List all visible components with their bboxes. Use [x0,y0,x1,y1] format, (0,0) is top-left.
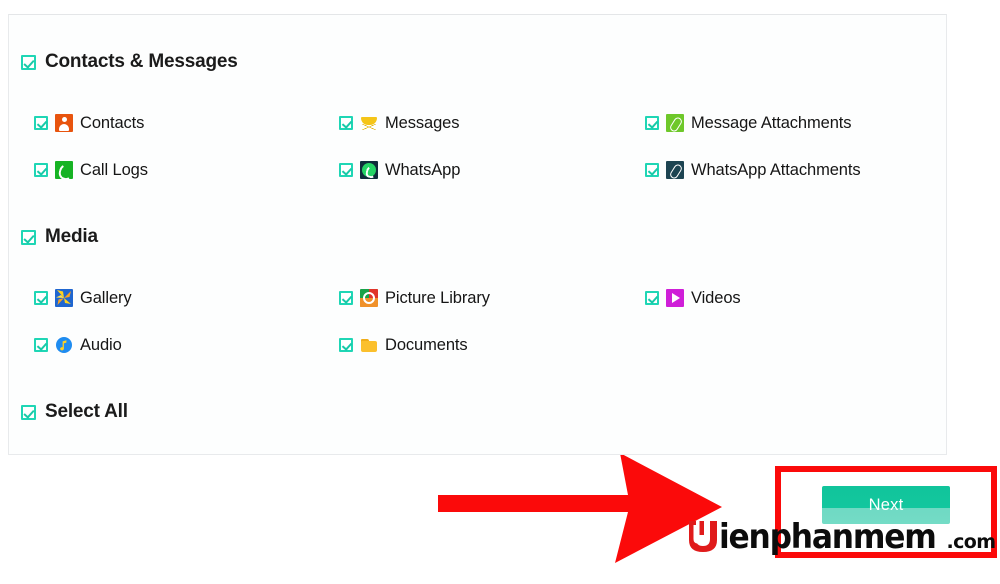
item-label-picture-library: Picture Library [385,288,490,307]
group-label-media: Media [45,226,98,247]
site-watermark: ienphanmem .com [688,516,997,557]
audio-note-icon [55,336,73,354]
call-logs-phone-icon [55,161,73,179]
item-label-audio: Audio [80,335,122,354]
checkbox-call-logs[interactable] [34,163,48,177]
checkbox-whatsapp-attachments[interactable] [645,163,659,177]
group-label-contacts-messages: Contacts & Messages [45,51,238,72]
picture-library-icon [360,289,378,307]
item-audio[interactable]: Audio [34,333,122,357]
checkbox-gallery[interactable] [34,291,48,305]
item-label-call-logs: Call Logs [80,160,148,179]
item-picture-library[interactable]: Picture Library [339,286,490,310]
checkbox-whatsapp[interactable] [339,163,353,177]
watermark-name: ienphanmem [719,516,937,557]
videos-play-icon [666,289,684,307]
gallery-pinwheel-icon [55,289,73,307]
item-whatsapp-attachments[interactable]: WhatsApp Attachments [645,158,861,182]
red-arrow-annotation [438,455,722,563]
checkbox-contacts-messages[interactable] [21,54,36,70]
group-header-contacts-messages[interactable]: Contacts & Messages [21,51,238,73]
watermark-v-logo-icon [688,519,718,553]
item-label-contacts: Contacts [80,113,145,132]
item-whatsapp[interactable]: WhatsApp [339,158,460,182]
item-videos[interactable]: Videos [645,286,741,310]
item-label-gallery: Gallery [80,288,132,307]
label-select-all: Select All [45,401,128,422]
checkbox-message-attachments[interactable] [645,116,659,130]
message-attachment-clip-icon [666,114,684,132]
item-call-logs[interactable]: Call Logs [34,158,148,182]
item-label-messages: Messages [385,113,460,132]
item-gallery[interactable]: Gallery [34,286,132,310]
checkbox-picture-library[interactable] [339,291,353,305]
checkbox-messages[interactable] [339,116,353,130]
documents-folder-icon [360,336,378,354]
item-label-message-attachments: Message Attachments [691,113,852,132]
messages-envelope-icon [360,114,378,132]
checkbox-contacts[interactable] [34,116,48,130]
checkbox-select-all[interactable] [21,404,36,420]
item-documents[interactable]: Documents [339,333,468,357]
checkbox-audio[interactable] [34,338,48,352]
data-selection-panel: Contacts & Messages Contacts Messages Me… [8,14,947,455]
item-messages[interactable]: Messages [339,111,460,135]
checkbox-media[interactable] [21,229,36,245]
checkbox-documents[interactable] [339,338,353,352]
contacts-icon [55,114,73,132]
item-label-whatsapp: WhatsApp [385,160,461,179]
item-contacts[interactable]: Contacts [34,111,144,135]
checkbox-videos[interactable] [645,291,659,305]
item-label-documents: Documents [385,335,468,354]
next-button[interactable]: Next [822,486,950,524]
watermark-tld: .com [946,531,997,553]
item-label-videos: Videos [691,288,741,307]
item-label-whatsapp-attachments: WhatsApp Attachments [691,160,861,179]
group-header-media[interactable]: Media [21,226,98,248]
whatsapp-attachment-clip-icon [666,161,684,179]
item-message-attachments[interactable]: Message Attachments [645,111,852,135]
row-select-all[interactable]: Select All [21,401,128,423]
whatsapp-icon [360,161,378,179]
